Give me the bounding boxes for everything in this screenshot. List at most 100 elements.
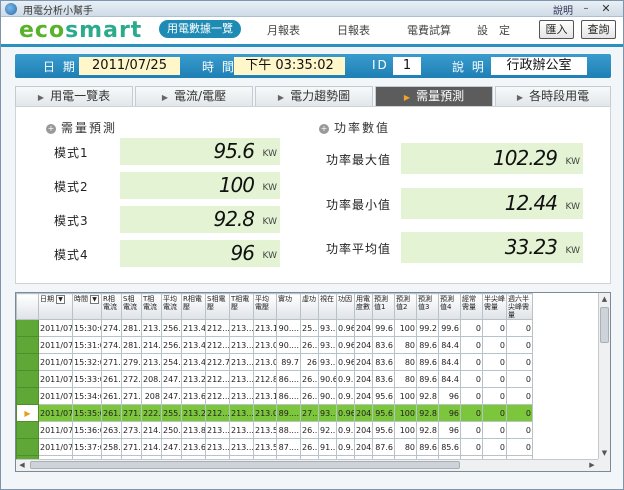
table-cell[interactable]: 0.96	[336, 336, 355, 354]
table-cell[interactable]: 258.48	[101, 438, 122, 456]
filter-dropdown-icon[interactable]: ▼	[56, 295, 65, 304]
table-cell[interactable]: 274.08	[101, 319, 122, 337]
table-cell[interactable]: 213....	[229, 336, 254, 354]
table-cell[interactable]: 15:33:01	[72, 370, 102, 388]
table-cell[interactable]: 213.59	[253, 421, 277, 439]
table-cell[interactable]: 27....	[300, 404, 319, 422]
table-cell[interactable]: 279....	[121, 353, 142, 371]
table-cell[interactable]: 213.43	[181, 353, 206, 371]
table-cell[interactable]: 213....	[229, 387, 254, 405]
table-cell[interactable]: 213.66	[181, 387, 206, 405]
table-cell[interactable]: 214....	[141, 438, 162, 456]
table-cell[interactable]: 20425	[354, 404, 373, 422]
close-icon[interactable]: ✕	[599, 3, 613, 15]
scroll-left-icon[interactable]: ◀	[16, 460, 28, 471]
table-cell[interactable]: 0.9...	[336, 438, 355, 456]
table-cell[interactable]: 80	[394, 336, 417, 354]
column-header[interactable]: S相電流	[121, 293, 142, 320]
table-cell[interactable]: 2011/07...	[38, 336, 73, 354]
row-header[interactable]	[16, 421, 39, 439]
table-cell[interactable]: 213.28	[181, 370, 206, 388]
table-cell[interactable]: 261.84	[101, 404, 122, 422]
table-cell[interactable]: 0.9...	[336, 370, 355, 388]
table-cell[interactable]: 91....	[318, 438, 337, 456]
table-cell[interactable]: 100	[394, 387, 417, 405]
horizontal-scrollbar[interactable]: ◀ ▶	[16, 459, 598, 471]
column-header[interactable]: 實功	[276, 293, 301, 320]
tab-current-voltage[interactable]: ▶ 電流/電壓	[135, 86, 253, 106]
table-cell[interactable]: 213.47	[181, 336, 206, 354]
nav-billing-estimate[interactable]: 電費試算	[407, 22, 451, 38]
table-cell[interactable]: 212.81	[253, 370, 277, 388]
help-link[interactable]: 說明	[553, 2, 573, 17]
tab-period-usage[interactable]: ▶ 各時段用電	[495, 86, 611, 106]
table-cell[interactable]: 0	[506, 438, 533, 456]
table-cell[interactable]: 84.4	[438, 336, 461, 354]
table-cell[interactable]: 2011/07...	[38, 421, 73, 439]
row-header[interactable]	[16, 353, 39, 371]
table-cell[interactable]: 26....	[300, 438, 319, 456]
table-cell[interactable]: 20422	[354, 370, 373, 388]
table-cell[interactable]: 80	[394, 438, 417, 456]
table-cell[interactable]: 212...	[205, 387, 230, 405]
nav-overview[interactable]: 用電數據一覽	[159, 20, 241, 38]
table-cell[interactable]: 271....	[121, 404, 142, 422]
table-cell[interactable]: 100	[394, 421, 417, 439]
table-cell[interactable]: 212...	[205, 370, 230, 388]
table-cell[interactable]: 213.03	[253, 336, 277, 354]
table-cell[interactable]: 0	[506, 404, 533, 422]
table-cell[interactable]: 272....	[121, 370, 142, 388]
table-cell[interactable]: 87....	[276, 438, 301, 456]
table-cell[interactable]: 20428	[354, 438, 373, 456]
table-cell[interactable]: 271....	[121, 438, 142, 456]
table-cell[interactable]: 213.1	[253, 319, 277, 337]
table-cell[interactable]: 0	[482, 421, 507, 439]
table-cell[interactable]: 92.8	[416, 421, 439, 439]
table-cell[interactable]: 254.88	[161, 353, 182, 371]
table-cell[interactable]: 0	[482, 336, 507, 354]
table-cell[interactable]: 213.24	[181, 404, 206, 422]
table-cell[interactable]: 90....	[318, 387, 337, 405]
table-cell[interactable]: 250.32	[161, 421, 182, 439]
table-cell[interactable]: 2011/07...	[38, 370, 73, 388]
table-cell[interactable]: 208	[141, 387, 162, 405]
column-header[interactable]: S相電壓	[205, 293, 230, 320]
table-cell[interactable]: 89....	[276, 404, 301, 422]
table-cell[interactable]: 96	[438, 404, 461, 422]
table-cell[interactable]: 213....	[229, 438, 254, 456]
table-cell[interactable]: 15:31:01	[72, 336, 102, 354]
table-row[interactable]: 2011/07...15:36:01263.76273....214....25…	[16, 421, 559, 439]
table-cell[interactable]: 261.84	[101, 370, 122, 388]
table-cell[interactable]: 0	[460, 319, 483, 337]
column-header[interactable]: 週六半尖峰需量	[506, 293, 533, 320]
table-cell[interactable]: 0.9...	[336, 421, 355, 439]
column-header[interactable]: 功因	[336, 293, 355, 320]
table-cell[interactable]: 89.7	[276, 353, 301, 371]
table-cell[interactable]: 0	[482, 370, 507, 388]
table-row[interactable]: 2011/07...15:33:01261.84272....208.8247.…	[16, 370, 559, 388]
column-header[interactable]: 預測值3	[416, 293, 439, 320]
row-header[interactable]	[16, 387, 39, 405]
table-cell[interactable]: 213.08	[253, 404, 277, 422]
column-header[interactable]: 預測值4	[438, 293, 461, 320]
table-cell[interactable]: 90.6	[318, 370, 337, 388]
table-cell[interactable]: 100	[394, 319, 417, 337]
table-cell[interactable]: 80	[394, 353, 417, 371]
row-header[interactable]	[16, 319, 39, 337]
table-cell[interactable]: 213.49	[181, 319, 206, 337]
table-cell[interactable]: 212...	[205, 319, 230, 337]
table-cell[interactable]: 213....	[229, 370, 254, 388]
table-cell[interactable]: 93....	[318, 404, 337, 422]
table-cell[interactable]: 95.6	[372, 421, 395, 439]
table-cell[interactable]: 213.03	[253, 353, 277, 371]
table-row[interactable]: 2011/07...15:34:01261.84271....208247.22…	[16, 387, 559, 405]
scroll-right-icon[interactable]: ▶	[586, 460, 598, 471]
column-header[interactable]: T相電壓	[229, 293, 254, 320]
tab-demand-forecast[interactable]: ▶ 需量預測	[375, 86, 493, 106]
nav-monthly-report[interactable]: 月報表	[267, 22, 300, 38]
row-header[interactable]	[16, 370, 39, 388]
table-cell[interactable]: 20419	[354, 336, 373, 354]
table-cell[interactable]: 86....	[276, 370, 301, 388]
table-cell[interactable]: 86....	[276, 387, 301, 405]
table-cell[interactable]: 0.9...	[336, 387, 355, 405]
